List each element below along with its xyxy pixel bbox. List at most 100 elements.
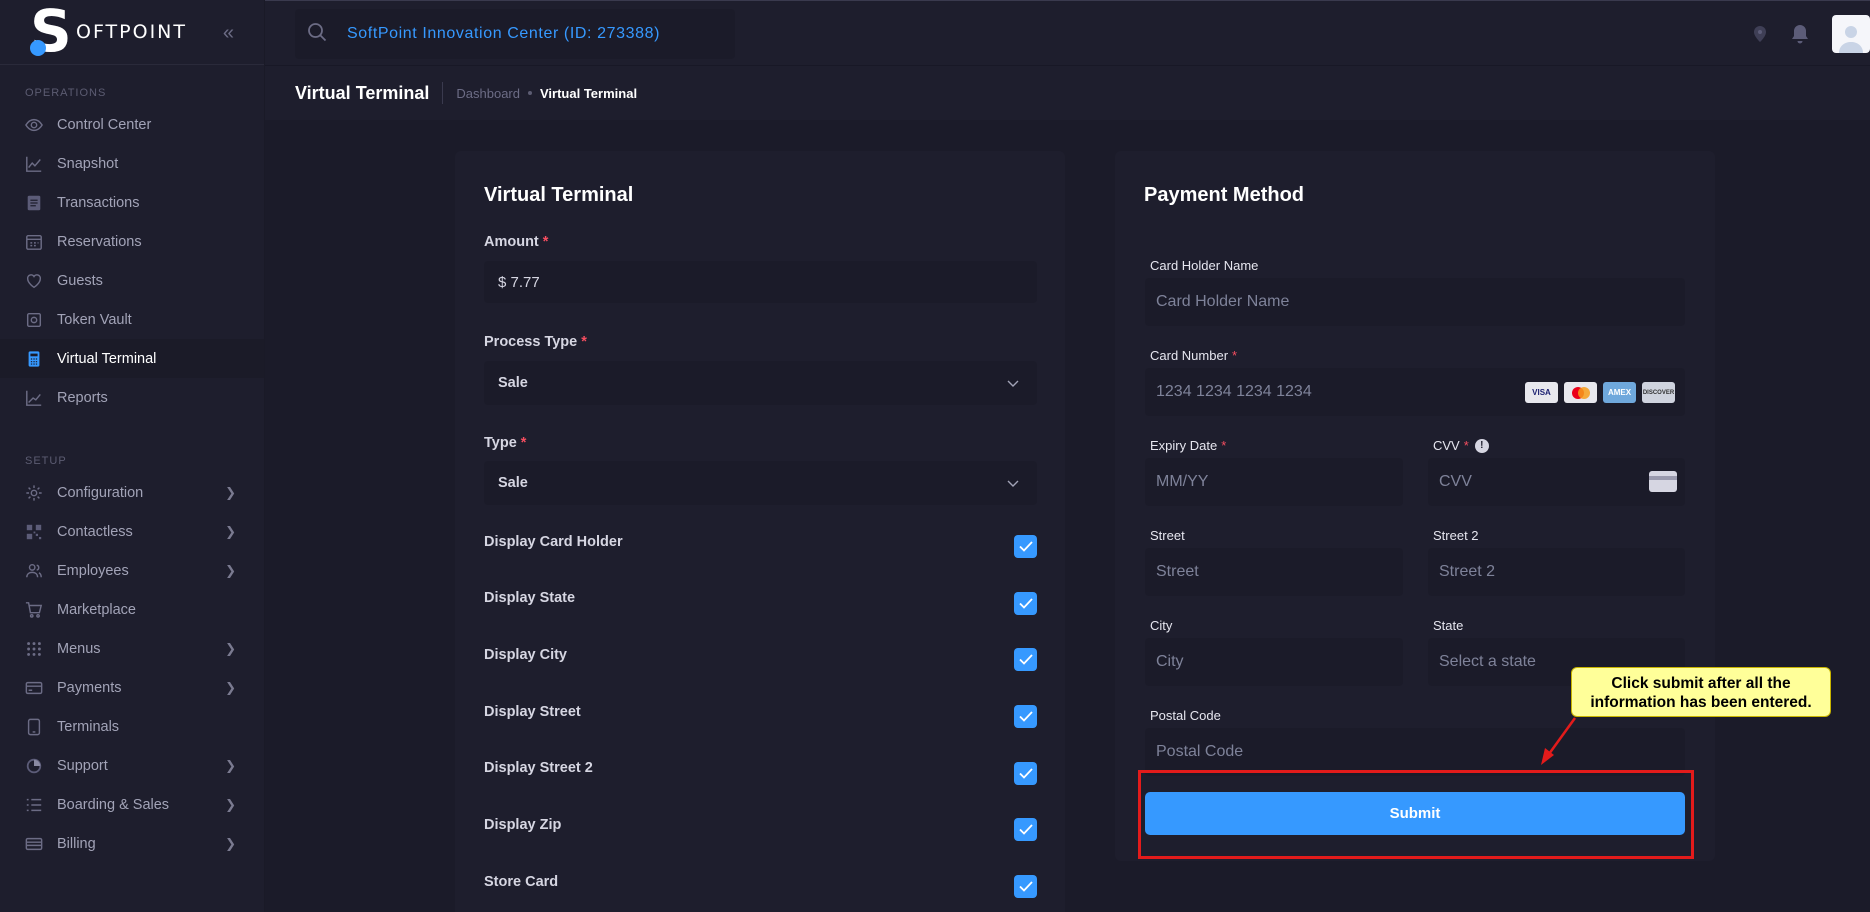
sidebar-item-label: Reports <box>57 389 108 406</box>
cvv-placeholder: CVV <box>1439 473 1472 490</box>
info-icon[interactable]: ! <box>1474 438 1489 453</box>
sidebar-item-virtual-terminal[interactable]: Virtual Terminal <box>0 339 264 378</box>
subheader: Virtual Terminal Dashboard Virtual Termi… <box>265 65 1870 120</box>
card-holder-input[interactable]: Card Holder Name <box>1145 278 1685 326</box>
state-label: State <box>1433 618 1464 633</box>
grid-icon <box>25 640 43 658</box>
sidebar-item-reservations[interactable]: Reservations <box>0 222 264 261</box>
sidebar-item-contactless[interactable]: Contactless ❯ <box>0 512 264 551</box>
sidebar-item-label: Transactions <box>57 194 140 211</box>
chevron-right-icon: ❯ <box>225 680 236 695</box>
eye-icon <box>25 116 43 134</box>
cvv-input[interactable]: CVV <box>1428 458 1685 506</box>
calendar-icon <box>25 233 43 251</box>
type-label-text: Type <box>484 435 517 451</box>
card-number-input[interactable]: 1234 1234 1234 1234 VISA AMEX DISCOVER <box>1145 368 1685 416</box>
chevron-right-icon: ❯ <box>225 641 236 656</box>
city-input[interactable]: City <box>1145 638 1403 686</box>
option-label: Display Card Holder <box>484 534 623 550</box>
cvv-label-text: CVV <box>1433 438 1460 453</box>
sidebar-item-label: Support <box>57 757 108 774</box>
sidebar-item-token-vault[interactable]: Token Vault <box>0 300 264 339</box>
collapse-sidebar-icon[interactable]: « <box>223 22 234 45</box>
street-2-input[interactable]: Street 2 <box>1428 548 1685 596</box>
card-title: Payment Method <box>1144 184 1305 206</box>
section-label-setup: SETUP <box>25 455 67 467</box>
store-card-checkbox[interactable] <box>1014 875 1037 898</box>
option-label: Store Card <box>484 874 559 890</box>
sidebar-item-snapshot[interactable]: Snapshot <box>0 144 264 183</box>
sidebar-item-label: Employees <box>57 562 129 579</box>
sidebar: S OFTPOINT « OPERATIONS Control Center S… <box>0 0 265 912</box>
street-label: Street <box>1150 528 1185 543</box>
sidebar-item-label: Guests <box>57 272 103 289</box>
location-name[interactable]: SoftPoint Innovation Center (ID: 273388) <box>347 25 660 43</box>
display-street-2-checkbox[interactable] <box>1014 762 1037 785</box>
sidebar-item-control-center[interactable]: Control Center <box>0 105 264 144</box>
submit-highlight-box <box>1138 770 1694 859</box>
required-mark: * <box>581 334 587 350</box>
sidebar-item-label: Contactless <box>57 523 133 540</box>
required-mark: * <box>520 435 527 451</box>
sidebar-item-label: Reservations <box>57 233 142 250</box>
display-city-checkbox[interactable] <box>1014 648 1037 671</box>
location-search[interactable]: SoftPoint Innovation Center (ID: 273388) <box>295 9 735 59</box>
sidebar-item-menus[interactable]: Menus ❯ <box>0 629 264 668</box>
display-card-holder-checkbox[interactable] <box>1014 535 1037 558</box>
breadcrumb-current: Virtual Terminal <box>540 85 638 101</box>
sidebar-item-billing[interactable]: Billing ❯ <box>0 824 264 863</box>
card-number-label-text: Card Number <box>1150 348 1229 363</box>
chevron-right-icon: ❯ <box>225 836 236 851</box>
street-input[interactable]: Street <box>1145 548 1403 596</box>
heart-icon <box>25 272 43 290</box>
chevron-down-icon <box>1007 476 1019 492</box>
location-pin-icon[interactable] <box>1752 25 1768 43</box>
sidebar-item-terminals[interactable]: Terminals <box>0 707 264 746</box>
sidebar-item-support[interactable]: Support ❯ <box>0 746 264 785</box>
search-icon[interactable] <box>307 22 327 47</box>
instruction-callout: Click submit after all the information h… <box>1571 667 1831 717</box>
type-select[interactable]: Sale <box>484 461 1037 505</box>
user-avatar[interactable] <box>1832 14 1870 53</box>
sidebar-item-transactions[interactable]: Transactions <box>0 183 264 222</box>
brand-logo[interactable]: S OFTPOINT « <box>0 0 264 65</box>
mastercard-icon <box>1564 382 1597 403</box>
sidebar-item-payments[interactable]: Payments ❯ <box>0 668 264 707</box>
bell-icon[interactable] <box>1790 23 1810 45</box>
sidebar-item-configuration[interactable]: Configuration ❯ <box>0 473 264 512</box>
street-placeholder: Street <box>1156 563 1199 580</box>
process-type-select[interactable]: Sale <box>484 361 1037 405</box>
check-icon <box>1018 768 1033 779</box>
header-actions <box>1752 1 1870 66</box>
logo-text: OFTPOINT <box>76 21 187 43</box>
vault-icon <box>25 311 43 329</box>
expiry-input[interactable]: MM/YY <box>1145 458 1403 506</box>
card-brand-logos: VISA AMEX DISCOVER <box>1525 382 1675 403</box>
process-type-label: Process Type * <box>484 334 587 350</box>
sidebar-item-reports[interactable]: Reports <box>0 378 264 417</box>
breadcrumb-dashboard[interactable]: Dashboard <box>456 86 520 101</box>
gear-icon <box>25 484 43 502</box>
sidebar-item-label: Marketplace <box>57 601 136 618</box>
tablet-icon <box>25 718 43 736</box>
sidebar-item-boarding-sales[interactable]: Boarding & Sales ❯ <box>0 785 264 824</box>
chevron-right-icon: ❯ <box>225 524 236 539</box>
sidebar-item-employees[interactable]: Employees ❯ <box>0 551 264 590</box>
display-state-checkbox[interactable] <box>1014 592 1037 615</box>
sidebar-item-marketplace[interactable]: Marketplace <box>0 590 264 629</box>
checklist-icon <box>25 796 43 814</box>
sidebar-item-label: Payments <box>57 679 122 696</box>
cvv-label: CVV * ! <box>1433 438 1489 453</box>
postal-code-label: Postal Code <box>1150 708 1221 723</box>
option-label: Display City <box>484 647 567 663</box>
required-mark: * <box>542 234 549 250</box>
display-street-checkbox[interactable] <box>1014 705 1037 728</box>
sidebar-item-label: Boarding & Sales <box>57 796 170 813</box>
amount-input[interactable]: $ 7.77 <box>484 261 1037 303</box>
postal-code-input[interactable]: Postal Code <box>1145 728 1685 776</box>
page-title: Virtual Terminal <box>265 82 444 104</box>
sidebar-item-guests[interactable]: Guests <box>0 261 264 300</box>
required-mark: * <box>1463 438 1469 453</box>
display-zip-checkbox[interactable] <box>1014 818 1037 841</box>
expiry-label-text: Expiry Date <box>1150 438 1218 453</box>
